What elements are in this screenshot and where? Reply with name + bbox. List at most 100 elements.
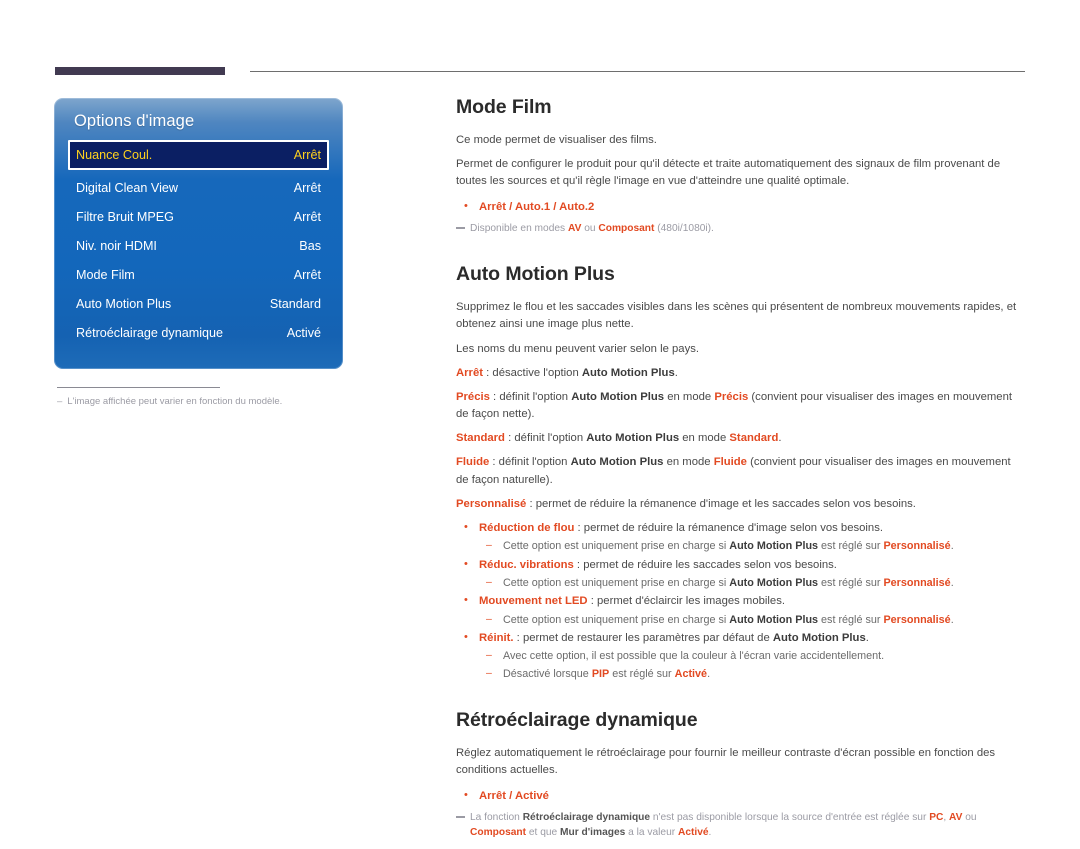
note-text-i: et que (526, 826, 561, 838)
sub-item-name: Réduc. vibrations (479, 558, 574, 571)
note-c: est réglé sur (818, 540, 884, 553)
osd-row-label: Niv. noir HDMI (76, 238, 157, 253)
mode-film-paragraph-1: Ce mode permet de visualiser des films. (456, 134, 657, 146)
footnote-text: L'image affichée peut varier en fonction… (67, 396, 283, 407)
osd-footnote-rule (57, 387, 220, 388)
note-d: Personnalisé (883, 613, 951, 626)
note-b: Auto Motion Plus (729, 613, 819, 626)
mode-film-note: Disponible en modes AV ou Composant (480… (456, 221, 1026, 236)
mode-ref: Auto Motion Plus (570, 456, 664, 469)
note-ref-mur-images: Mur d'images (560, 826, 626, 838)
osd-row-nuance-coul[interactable]: Nuance Coul. Arrêt (68, 140, 329, 170)
note-ref-av: AV (567, 222, 582, 234)
mode-text-a: : définit l'option (504, 432, 587, 445)
osd-row-value: Activé (286, 325, 321, 340)
header-rule-line (250, 71, 1025, 72)
note-a: Cette option est uniquement prise en cha… (503, 613, 730, 626)
list-item-reduc-vibrations: Réduc. vibrations : permet de réduire le… (456, 556, 1026, 592)
sub-item-desc: : permet de réduire les saccades selon v… (573, 558, 837, 571)
mode-text-b: en mode (663, 456, 714, 469)
note-d: Activé (674, 667, 708, 680)
osd-row-value: Arrêt (293, 180, 321, 195)
note-text-c: ou (581, 222, 599, 234)
sub-item-desc-ref: Auto Motion Plus (772, 631, 866, 644)
list-item: Avec cette option, il est possible que l… (479, 648, 1026, 664)
mode-name: Fluide (456, 456, 490, 469)
osd-row-label: Filtre Bruit MPEG (76, 209, 174, 224)
list-item: Cette option est uniquement prise en cha… (479, 575, 1026, 591)
osd-row-auto-motion-plus[interactable]: Auto Motion Plus Standard (68, 289, 329, 318)
mode-text-b: en mode (664, 390, 715, 403)
mode-text-b: en mode (679, 432, 730, 445)
list-item: Cette option est uniquement prise en cha… (479, 538, 1026, 554)
note-b: Auto Motion Plus (729, 577, 819, 590)
mode-film-paragraph-2: Permet de configurer le produit pour qu'… (456, 158, 1001, 188)
mode-text-c: . (778, 432, 782, 445)
note-text-c: n'est pas disponible lorsque la source d… (650, 811, 930, 823)
osd-row-label: Nuance Coul. (76, 148, 153, 162)
osd-row-label: Digital Clean View (76, 180, 178, 195)
note-e: . (950, 577, 954, 590)
manual-content-column: Mode Film Ce mode permet de visualiser d… (456, 96, 1026, 849)
osd-row-label: Mode Film (76, 267, 135, 282)
mode-ref2: Standard (729, 432, 779, 445)
mode-text-a: : définit l'option (489, 390, 572, 403)
list-item-mouvement-net-led: Mouvement net LED : permet d'éclaircir l… (456, 592, 1026, 628)
osd-row-label: Auto Motion Plus (76, 296, 172, 311)
sub-item-desc: : permet de restaurer les paramètres par… (513, 631, 773, 644)
mode-ref: Auto Motion Plus (571, 390, 665, 403)
header-accent-bar (55, 67, 225, 75)
note-b: Auto Motion Plus (729, 540, 819, 553)
osd-footnote: – L'image affichée peut varier en foncti… (57, 395, 343, 408)
note-text-k: a la valeur (625, 826, 678, 838)
note-text-g: ou (962, 811, 977, 823)
osd-row-retroeclairage-dynamique[interactable]: Rétroéclairage dynamique Activé (68, 318, 329, 347)
sub-item-desc-end: . (865, 631, 869, 644)
osd-row-niv-noir-hdmi[interactable]: Niv. noir HDMI Bas (68, 231, 329, 260)
sub-notes-list: Avec cette option, il est possible que l… (479, 648, 1026, 681)
osd-row-mode-film[interactable]: Mode Film Arrêt (68, 260, 329, 289)
note-ref-active: Activé (677, 826, 709, 838)
footnote-dash: – (57, 396, 63, 407)
mode-text-a: : permet de réduire la rémanence d'image… (526, 497, 916, 510)
note-a: Désactivé lorsque (503, 667, 592, 680)
note-d: Personnalisé (883, 540, 951, 553)
osd-row-value: Arrêt (293, 209, 321, 224)
osd-row-value: Bas (299, 238, 321, 253)
note-a: Cette option est uniquement prise en cha… (503, 540, 730, 553)
note-b: PIP (591, 667, 610, 680)
mode-text-b: . (674, 366, 678, 379)
retro-paragraph-1: Réglez automatiquement le rétroéclairage… (456, 746, 996, 776)
retro-options-list: Arrêt / Activé (456, 787, 1026, 806)
mode-ref2: Fluide (713, 456, 747, 469)
osd-row-digital-clean-view[interactable]: Digital Clean View Arrêt (68, 173, 329, 202)
section-title-mode-film: Mode Film (456, 96, 552, 118)
amp-mode-personnalise: Personnalisé : permet de réduire la réma… (456, 496, 1026, 513)
note-e: . (950, 613, 954, 626)
amp-mode-arret: Arrêt : désactive l'option Auto Motion P… (456, 365, 1026, 382)
amp-mode-precis: Précis : définit l'option Auto Motion Pl… (456, 389, 1026, 423)
note-c: est réglé sur (818, 613, 884, 626)
note-text-e: (480i/1080i). (654, 222, 714, 234)
note-c: est réglé sur (609, 667, 675, 680)
note-ref-composant: Composant (598, 222, 655, 234)
sub-item-desc: : permet d'éclaircir les images mobiles. (587, 595, 786, 608)
osd-row-filtre-bruit-mpeg[interactable]: Filtre Bruit MPEG Arrêt (68, 202, 329, 231)
note-ref-composant: Composant (470, 826, 527, 838)
amp-paragraph-2: Les noms du menu peuvent varier selon le… (456, 342, 700, 355)
retro-note: La fonction Rétroéclairage dynamique n'e… (456, 810, 1026, 841)
sub-item-name: Réduction de flou (479, 521, 575, 534)
note-ref-av: AV (949, 811, 963, 823)
list-item: Arrêt / Auto.1 / Auto.2 (456, 198, 1026, 217)
note-text-a: La fonction (470, 811, 523, 823)
retro-options: Arrêt / Activé (479, 790, 549, 803)
sub-item-name: Réinit. (479, 631, 514, 644)
osd-row-value: Standard (269, 296, 321, 311)
osd-illustration-column: Options d'image Nuance Coul. Arrêt Digit… (54, 98, 343, 408)
note-a: Cette option est uniquement prise en cha… (503, 577, 730, 590)
list-item: Arrêt / Activé (456, 787, 1026, 806)
mode-name: Précis (456, 390, 490, 403)
note-a: Avec cette option, il est possible que l… (503, 650, 885, 663)
mode-film-options-list: Arrêt / Auto.1 / Auto.2 (456, 198, 1026, 217)
mode-text-a: : définit l'option (489, 456, 571, 469)
